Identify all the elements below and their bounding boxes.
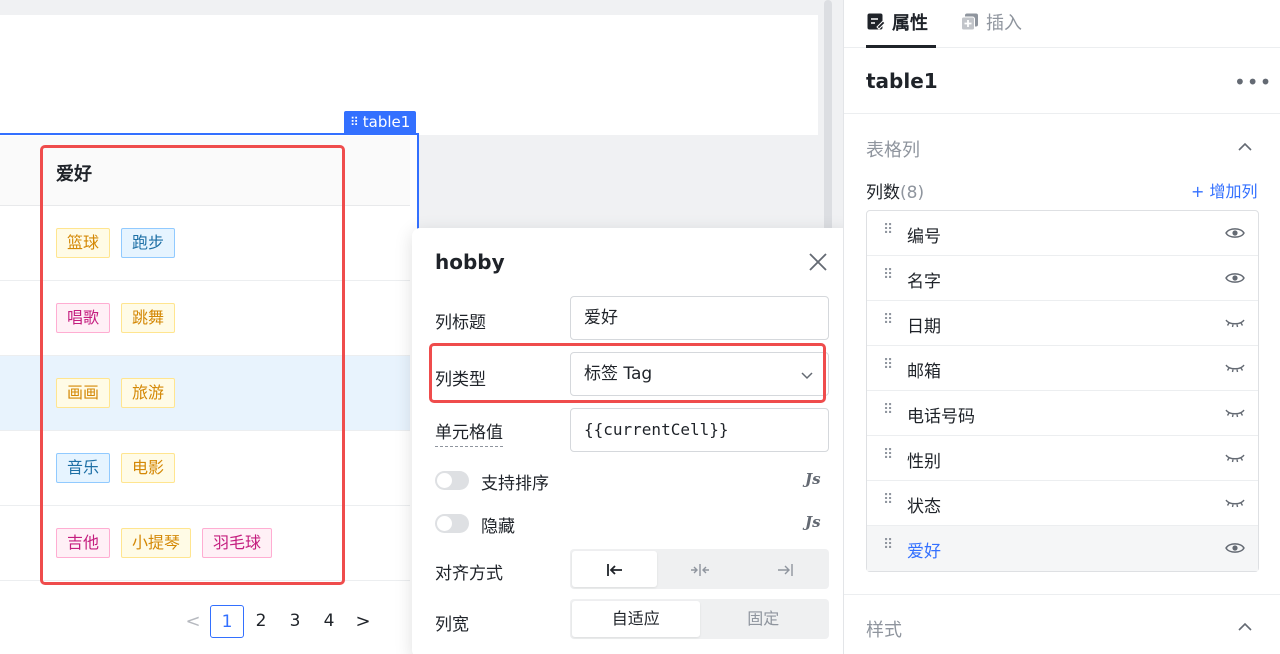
edit-properties-icon	[867, 13, 886, 30]
column-list-item-label: 电话号码	[907, 407, 975, 427]
sortable-label: 支持排序	[481, 474, 549, 494]
pagination-page-1[interactable]: 1	[210, 605, 244, 638]
more-options-icon[interactable]: •••	[1234, 70, 1272, 94]
eye-closed-icon[interactable]	[1225, 315, 1245, 331]
pagination-page-4[interactable]: 4	[312, 605, 346, 638]
column-list-item[interactable]: ⠿ 状态	[867, 481, 1258, 526]
tab-properties[interactable]: 属性	[866, 9, 928, 35]
width-auto-button[interactable]: 自适应	[572, 601, 700, 637]
column-count-value: (8)	[900, 183, 925, 203]
column-settings-popup: hobby 列标题 爱好 列类型 标签 Tag 单元格值 {{currentCe…	[412, 228, 852, 654]
column-title-input[interactable]: 爱好	[570, 296, 829, 340]
drag-handle-icon[interactable]: ⠿	[883, 402, 893, 418]
drag-handle-icon[interactable]: ⠿	[883, 357, 893, 373]
properties-panel: 属性 插入 table1 ••• 表格列 列数(8) + 增加列 ⠿ 编号 ⠿ 名字 ⠿…	[843, 0, 1280, 654]
tab-insert[interactable]: 插入	[960, 9, 1022, 35]
column-list-item-label: 邮箱	[907, 362, 941, 382]
column-list-item[interactable]: ⠿ 爱好	[867, 526, 1258, 571]
annotation-box-hobby-column	[40, 145, 345, 585]
style-section-title[interactable]: 样式	[866, 616, 902, 642]
drag-handle-icon[interactable]: ⠿	[883, 492, 893, 508]
component-name[interactable]: table1	[866, 69, 938, 93]
align-label: 对齐方式	[435, 564, 503, 584]
align-right-icon	[777, 563, 793, 576]
pagination-page-2[interactable]: 2	[244, 605, 278, 638]
eye-icon[interactable]	[1225, 270, 1245, 286]
chevron-up-icon[interactable]	[1237, 139, 1253, 155]
column-count: 列数(8)	[866, 178, 924, 203]
align-segmented-control	[570, 549, 829, 589]
column-list-item-label: 爱好	[907, 542, 941, 562]
popup-title: hobby	[435, 250, 505, 274]
column-list-item[interactable]: ⠿ 邮箱	[867, 346, 1258, 391]
panel-divider	[844, 594, 1280, 595]
column-list-item-label: 名字	[907, 272, 941, 292]
drag-handle-icon[interactable]: ⠿	[883, 222, 893, 238]
active-tab-indicator	[866, 45, 936, 48]
column-list-item-label: 性别	[907, 452, 941, 472]
column-list-item[interactable]: ⠿ 日期	[867, 301, 1258, 346]
cell-value-input[interactable]: {{currentCell}}	[570, 408, 829, 452]
drag-handle-icon[interactable]: ⠿	[883, 267, 893, 283]
width-segmented-control: 自适应 固定	[570, 599, 829, 639]
hidden-toggle[interactable]	[435, 514, 469, 533]
drag-handle-icon[interactable]: ⠿	[350, 111, 359, 134]
column-list-item[interactable]: ⠿ 电话号码	[867, 391, 1258, 436]
columns-section-title[interactable]: 表格列	[866, 136, 920, 162]
column-list-item-label: 日期	[907, 317, 941, 337]
align-center-button[interactable]	[657, 551, 742, 587]
panel-tabs: 属性 插入	[844, 0, 1280, 48]
column-list: ⠿ 编号 ⠿ 名字 ⠿ 日期 ⠿ 邮箱 ⠿ 电话号码 ⠿ 性别 ⠿ 状态 ⠿ 爱好	[866, 210, 1259, 572]
width-fixed-button[interactable]: 固定	[700, 601, 828, 637]
align-right-button[interactable]	[742, 551, 827, 587]
tab-insert-label: 插入	[986, 13, 1022, 34]
insert-icon	[961, 13, 978, 31]
column-title-label: 列标题	[435, 313, 486, 333]
align-left-icon	[606, 563, 622, 576]
eye-closed-icon[interactable]	[1225, 450, 1245, 466]
drag-handle-icon[interactable]: ⠿	[883, 312, 893, 328]
column-list-item[interactable]: ⠿ 编号	[867, 211, 1258, 256]
chevron-up-icon[interactable]	[1237, 619, 1253, 635]
column-list-item[interactable]: ⠿ 性别	[867, 436, 1258, 481]
cell-value-label-text: 单元格值	[435, 423, 503, 447]
column-count-label: 列数	[866, 183, 900, 203]
table-component-tag-label: table1	[362, 113, 411, 131]
pagination-next-button[interactable]: >	[346, 605, 380, 638]
pagination-page-3[interactable]: 3	[278, 605, 312, 638]
width-label: 列宽	[435, 615, 469, 635]
eye-icon[interactable]	[1225, 225, 1245, 241]
close-icon[interactable]	[806, 250, 830, 274]
align-left-button[interactable]	[572, 551, 657, 587]
pagination-prev-button[interactable]: <	[176, 605, 210, 638]
sortable-js-icon[interactable]: Js	[805, 470, 821, 488]
column-list-item[interactable]: ⠿ 名字	[867, 256, 1258, 301]
drag-handle-icon[interactable]: ⠿	[883, 447, 893, 463]
table-component-tag[interactable]: ⠿ table1	[344, 111, 417, 134]
add-column-button[interactable]: + 增加列	[1191, 178, 1258, 202]
hidden-label: 隐藏	[481, 517, 515, 537]
column-list-item-label: 状态	[907, 497, 941, 517]
align-center-icon	[690, 563, 709, 576]
annotation-box-column-type	[429, 343, 826, 403]
eye-closed-icon[interactable]	[1225, 360, 1245, 376]
cell-value-label: 单元格值	[435, 418, 503, 447]
eye-closed-icon[interactable]	[1225, 405, 1245, 421]
sortable-toggle[interactable]	[435, 471, 469, 490]
pagination: < 1 2 3 4 >	[176, 605, 380, 638]
tab-properties-label: 属性	[892, 13, 928, 34]
panel-divider	[844, 113, 1280, 114]
drag-handle-icon[interactable]: ⠿	[883, 537, 893, 553]
eye-icon[interactable]	[1225, 540, 1245, 556]
hidden-js-icon[interactable]: Js	[805, 513, 821, 531]
column-list-item-label: 编号	[907, 227, 941, 247]
eye-closed-icon[interactable]	[1225, 495, 1245, 511]
